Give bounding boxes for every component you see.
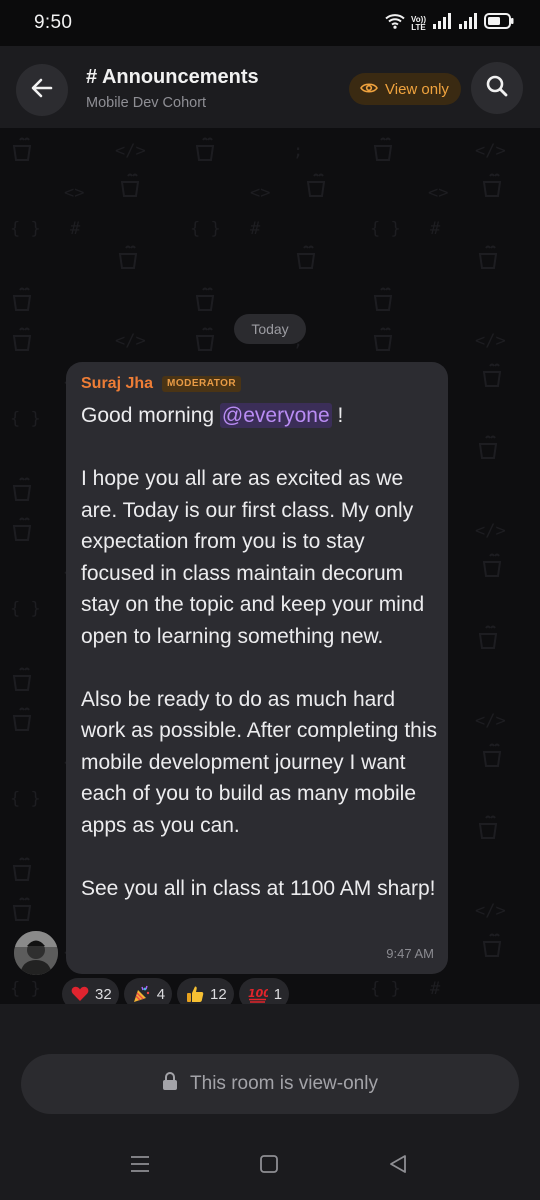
search-icon	[486, 75, 508, 102]
svg-text:#: #	[250, 219, 261, 239]
system-nav-bar	[0, 1130, 540, 1200]
wifi-icon	[385, 13, 405, 34]
reaction-count: 1	[273, 985, 283, 1003]
recents-icon[interactable]	[130, 1154, 150, 1179]
status-icons: Vo)) LTE	[385, 13, 514, 34]
heart-icon	[71, 986, 89, 1002]
reaction-chip[interactable]: 100 1	[238, 978, 290, 1004]
message-list[interactable]: </>; </> <> <> <> { } # { } # { } # Today Suraj …	[0, 128, 540, 1004]
svg-text:100: 100	[248, 987, 268, 1000]
reaction-count: 4	[156, 985, 166, 1003]
svg-text:<>: <>	[250, 183, 270, 203]
reaction-chip[interactable]: 32	[62, 978, 119, 1004]
reaction-chip[interactable]: 12	[177, 978, 234, 1004]
message-body: Good morning @everyone ! I hope you all …	[81, 400, 441, 904]
home-icon[interactable]	[259, 1154, 279, 1179]
volte-label-bottom: LTE	[411, 22, 426, 32]
status-bar: 9:50 Vo)) LTE	[0, 0, 540, 46]
reaction-chip[interactable]: 4	[123, 978, 173, 1004]
date-separator: Today	[234, 314, 306, 344]
message-bubble[interactable]: Suraj Jha MODERATOR Good morning @everyo…	[66, 362, 448, 974]
message-greeting: Good morning @everyone !	[81, 400, 441, 432]
app-header: # Announcements Mobile Dev Cohort View o…	[0, 46, 540, 128]
svg-text:{ }: { }	[190, 219, 221, 239]
thumbs-up-icon	[186, 985, 204, 1003]
svg-text:#: #	[70, 219, 81, 239]
svg-text:#: #	[430, 219, 441, 239]
svg-text:</>: </>	[115, 141, 146, 161]
party-popper-icon	[133, 985, 151, 1003]
eye-icon	[360, 81, 378, 98]
avatar[interactable]	[14, 931, 58, 975]
role-badge: MODERATOR	[162, 376, 242, 392]
svg-text:{ }: { }	[10, 219, 41, 239]
battery-icon	[484, 13, 514, 34]
svg-text:<>: <>	[428, 183, 448, 203]
hundred-points-icon: 100	[248, 985, 268, 1003]
message-time: 9:47 AM	[386, 946, 434, 961]
svg-text:</>: </>	[475, 141, 506, 161]
greeting-prefix: Good morning	[81, 404, 220, 427]
view-only-label: View only	[385, 80, 449, 98]
greeting-suffix: !	[331, 404, 344, 427]
svg-text:<>: <>	[64, 183, 84, 203]
volte-icon: Vo)) LTE	[411, 15, 426, 32]
back-button[interactable]	[16, 64, 68, 116]
lock-icon	[162, 1071, 178, 1097]
message-paragraph: See you all in class at 1100 AM sharp!	[81, 876, 436, 900]
room-subtitle: Mobile Dev Cohort	[86, 95, 207, 111]
reaction-count: 12	[210, 985, 227, 1003]
reaction-count: 32	[95, 985, 112, 1003]
view-only-notice-text: This room is view-only	[190, 1073, 378, 1094]
back-arrow-icon	[31, 78, 53, 103]
mention-everyone[interactable]: @everyone	[219, 403, 332, 428]
signal-icon	[458, 13, 478, 34]
back-icon[interactable]	[388, 1154, 408, 1179]
message-paragraph: Also be ready to do as much hard work as…	[81, 687, 437, 837]
room-title: # Announcements	[86, 66, 259, 88]
search-button[interactable]	[471, 62, 523, 114]
reaction-row: 32 4 12 100 1	[62, 978, 290, 1004]
view-only-notice: This room is view-only	[21, 1054, 519, 1114]
svg-text:;: ;	[293, 141, 303, 161]
status-time: 9:50	[34, 12, 73, 33]
signal-icon	[432, 13, 452, 34]
message-paragraph: I hope you all are as excited as we are.…	[81, 467, 425, 648]
svg-text:{ }: { }	[370, 219, 401, 239]
sender-name[interactable]: Suraj Jha	[81, 375, 153, 393]
view-only-badge: View only	[349, 73, 461, 105]
